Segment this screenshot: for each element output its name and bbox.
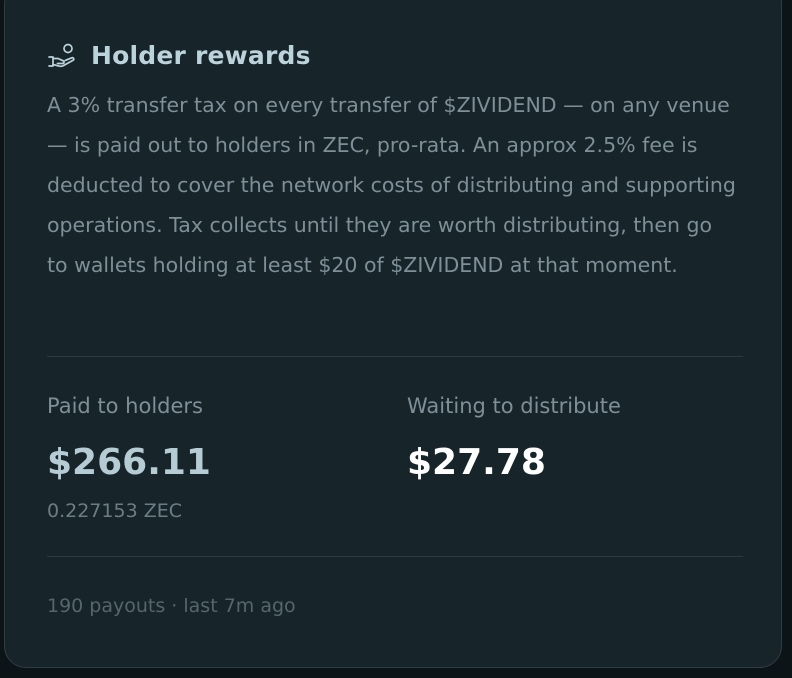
- card-header: Holder rewards: [47, 41, 311, 70]
- waiting-to-distribute-stat: Waiting to distribute $27.78: [407, 393, 621, 485]
- card-title: Holder rewards: [91, 41, 311, 70]
- paid-to-holders-label: Paid to holders: [47, 394, 204, 418]
- payouts-summary: 190 payouts · last 7m ago: [47, 595, 296, 617]
- hand-coins-icon: [47, 43, 77, 69]
- holder-rewards-card: Holder rewards A 3% transfer tax on ever…: [4, 0, 782, 668]
- waiting-to-distribute-label: Waiting to distribute: [407, 394, 621, 418]
- paid-to-holders-value: $266.11: [47, 442, 211, 483]
- card-description: A 3% transfer tax on every transfer of $…: [47, 93, 736, 277]
- paid-to-holders-stat: Paid to holders $266.11 0.227153 ZEC: [47, 393, 211, 523]
- divider: [47, 556, 743, 557]
- paid-to-holders-zec: 0.227153 ZEC: [47, 500, 182, 522]
- waiting-to-distribute-value: $27.78: [407, 442, 546, 483]
- divider: [47, 356, 743, 357]
